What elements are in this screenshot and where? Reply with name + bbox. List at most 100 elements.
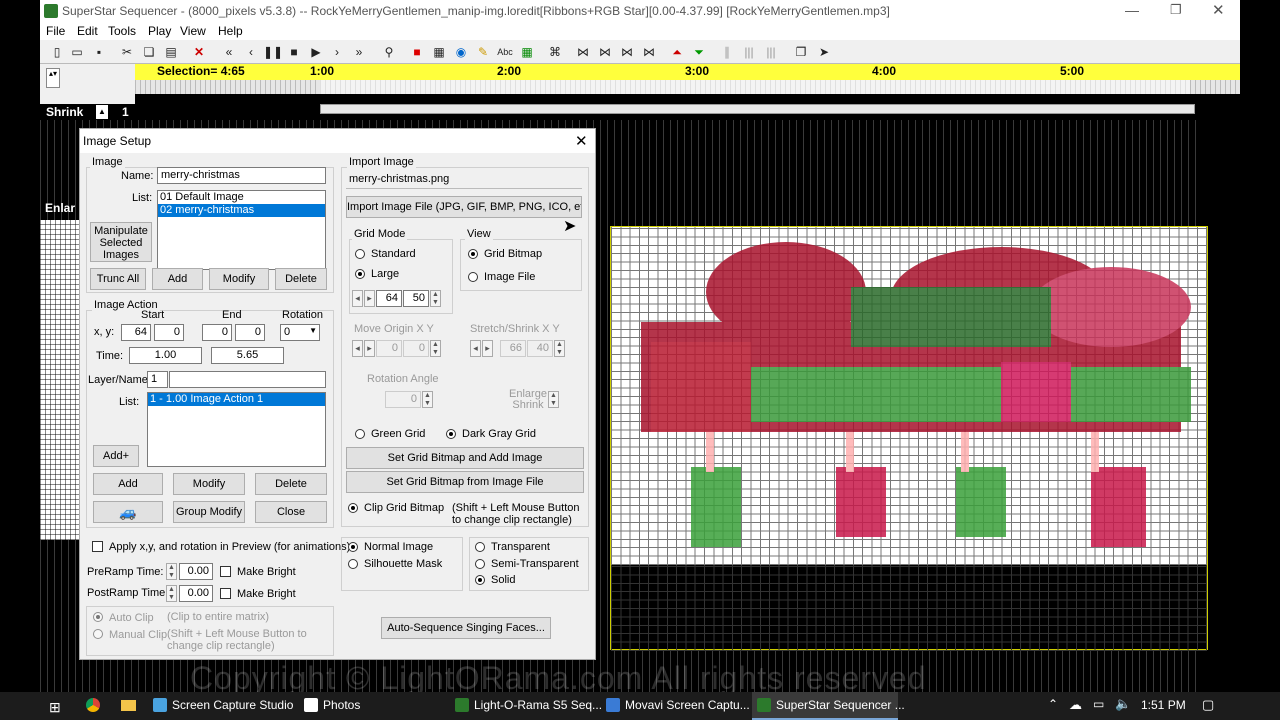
apply-checkbox[interactable] — [92, 541, 103, 552]
effect-icon[interactable]: ⚲ — [380, 43, 398, 61]
time-end-input[interactable]: 5.65 — [211, 347, 284, 364]
step-forward-icon[interactable]: › — [328, 43, 346, 61]
network-icon[interactable]: ▭ — [1093, 697, 1104, 711]
image-list-item[interactable]: 01 Default Image — [158, 191, 325, 204]
rotation-angle-spinner-icon[interactable]: ▲ ▼ — [422, 391, 433, 408]
open-icon[interactable]: ▭ — [68, 43, 86, 61]
origin-right-icon[interactable]: ▸ — [364, 340, 375, 357]
grid-w-input[interactable]: 64 — [376, 290, 402, 307]
close-icon[interactable]: ✕ — [1212, 1, 1225, 19]
new-icon[interactable]: ▯ — [48, 43, 66, 61]
grid-h-spinner-icon[interactable]: ▲ ▼ — [430, 290, 441, 307]
layer-input[interactable]: 1 — [147, 371, 168, 388]
grid-h-input[interactable]: 50 — [403, 290, 429, 307]
enlarge-shrink-spinner-icon[interactable]: ▲ ▼ — [548, 391, 559, 408]
postramp-bright-checkbox[interactable] — [220, 588, 231, 599]
cut-icon[interactable]: ✂ — [118, 43, 136, 61]
text-icon[interactable]: Abc — [496, 43, 514, 61]
grid-w-right-icon[interactable]: ▸ — [364, 290, 375, 307]
action-add-button[interactable]: Add — [93, 473, 163, 495]
rotation-select[interactable]: 0 ▼ — [280, 324, 320, 341]
stretch-y-input[interactable]: 40 — [527, 340, 553, 357]
play-icon[interactable]: ▶ — [307, 43, 325, 61]
save-icon[interactable]: ▪ — [90, 43, 108, 61]
image-list[interactable]: 01 Default Image 02 merry-christmas — [157, 190, 326, 270]
image-icon[interactable]: ■ — [408, 43, 426, 61]
image-list-item-selected[interactable]: 02 merry-christmas — [158, 204, 325, 217]
bars2-icon[interactable]: ||| — [762, 43, 780, 61]
menu-tools[interactable]: Tools — [108, 24, 136, 38]
grid-w-left-icon[interactable]: ◂ — [352, 290, 363, 307]
preramp-bright-checkbox[interactable] — [220, 566, 231, 577]
chrome-icon[interactable] — [86, 698, 100, 712]
grid-bitmap-radio[interactable] — [468, 249, 478, 259]
zoom-spinner-icon[interactable]: ▴▾ — [46, 68, 60, 88]
align-center-icon[interactable]: ⋈ — [596, 43, 614, 61]
normal-image-radio[interactable] — [348, 542, 358, 552]
set-add-button[interactable]: Set Grid Bitmap and Add Image — [346, 447, 584, 469]
clip-grid-radio[interactable] — [348, 503, 358, 513]
stretch-left-icon[interactable]: ◂ — [470, 340, 481, 357]
paste-icon[interactable]: ▤ — [162, 43, 180, 61]
end-x-input[interactable]: 0 — [202, 324, 232, 341]
time-start-input[interactable]: 1.00 — [129, 347, 202, 364]
taskbar-item-screen-capture[interactable]: Screen Capture Studio — [172, 698, 293, 712]
cloud-icon[interactable]: ☁ — [1069, 697, 1082, 713]
group-modify-button[interactable]: Group Modify — [173, 501, 245, 523]
silhouette-radio[interactable] — [348, 559, 358, 569]
fast-forward-icon[interactable]: » — [350, 43, 368, 61]
action-list-item[interactable]: 1 - 1.00 Image Action 1 — [148, 393, 325, 406]
origin-left-icon[interactable]: ◂ — [352, 340, 363, 357]
origin-y-input[interactable]: 0 — [403, 340, 429, 357]
manual-clip-radio[interactable] — [93, 629, 103, 639]
brush-icon[interactable]: ✎ — [474, 43, 492, 61]
notification-icon[interactable]: ▢ — [1202, 697, 1214, 713]
minimize-icon[interactable]: — — [1125, 2, 1139, 18]
align-left-icon[interactable]: ⋈ — [574, 43, 592, 61]
rewind-icon[interactable]: « — [220, 43, 238, 61]
windows-start-icon[interactable]: ⊞ — [49, 699, 61, 716]
folder-icon[interactable] — [121, 700, 136, 711]
align-both-icon[interactable]: ⋈ — [640, 43, 658, 61]
origin-spinner-icon[interactable]: ▲ ▼ — [430, 340, 441, 357]
auto-sequence-button[interactable]: Auto-Sequence Singing Faces... — [381, 617, 551, 639]
green-grid-radio[interactable] — [355, 429, 365, 439]
step-back-icon[interactable]: ‹ — [242, 43, 260, 61]
postramp-spinner-icon[interactable]: ▲ ▼ — [166, 585, 177, 602]
timeline-bar[interactable]: Selection= 4:65 1:00 2:00 3:00 4:00 5:00 — [135, 64, 1240, 80]
grid-icon[interactable]: ▦ — [430, 43, 448, 61]
trunc-all-button[interactable]: Trunc All — [90, 268, 146, 290]
image-modify-button[interactable]: Modify — [209, 268, 269, 290]
taskbar-item-lightorama[interactable]: Light-O-Rama S5 Seq... — [474, 698, 602, 712]
rotation-angle-input[interactable]: 0 — [385, 391, 421, 408]
action-modify-button[interactable]: Modify — [173, 473, 245, 495]
horizontal-scrollbar[interactable] — [320, 104, 1195, 114]
bars-icon[interactable]: ||| — [740, 43, 758, 61]
stretch-x-input[interactable]: 66 — [500, 340, 526, 357]
solid-radio[interactable] — [475, 575, 485, 585]
clock[interactable]: 1:51 PM — [1141, 698, 1186, 712]
lines-icon[interactable]: ∥ — [718, 43, 736, 61]
preview-car-button[interactable]: 🚙 — [93, 501, 163, 523]
shrink-up-icon[interactable]: ▲ — [96, 105, 108, 119]
dark-gray-grid-radio[interactable] — [446, 429, 456, 439]
image-file-radio[interactable] — [468, 272, 478, 282]
ramp-up-icon[interactable]: ⏶ — [668, 43, 686, 61]
maximize-icon[interactable]: ❐ — [1170, 2, 1182, 18]
ramp-down-icon[interactable]: ⏷ — [690, 43, 708, 61]
copy-icon[interactable]: ❏ — [140, 43, 158, 61]
auto-clip-radio[interactable] — [93, 612, 103, 622]
image-delete-button[interactable]: Delete — [275, 268, 327, 290]
window-icon[interactable]: ❐ — [792, 43, 810, 61]
taskbar-item-movavi[interactable]: Movavi Screen Captu... — [625, 698, 750, 712]
align-right-icon[interactable]: ⋈ — [618, 43, 636, 61]
stop-icon[interactable]: ■ — [285, 43, 303, 61]
menu-edit[interactable]: Edit — [77, 24, 98, 38]
menu-file[interactable]: File — [46, 24, 65, 38]
stretch-spinner-icon[interactable]: ▲ ▼ — [554, 340, 565, 357]
stretch-right-icon[interactable]: ▸ — [482, 340, 493, 357]
dialog-close-icon[interactable]: ✕ — [575, 132, 588, 150]
pointer-icon[interactable]: ➤ — [815, 43, 833, 61]
start-y-input[interactable]: 0 — [154, 324, 184, 341]
large-radio[interactable] — [355, 269, 365, 279]
